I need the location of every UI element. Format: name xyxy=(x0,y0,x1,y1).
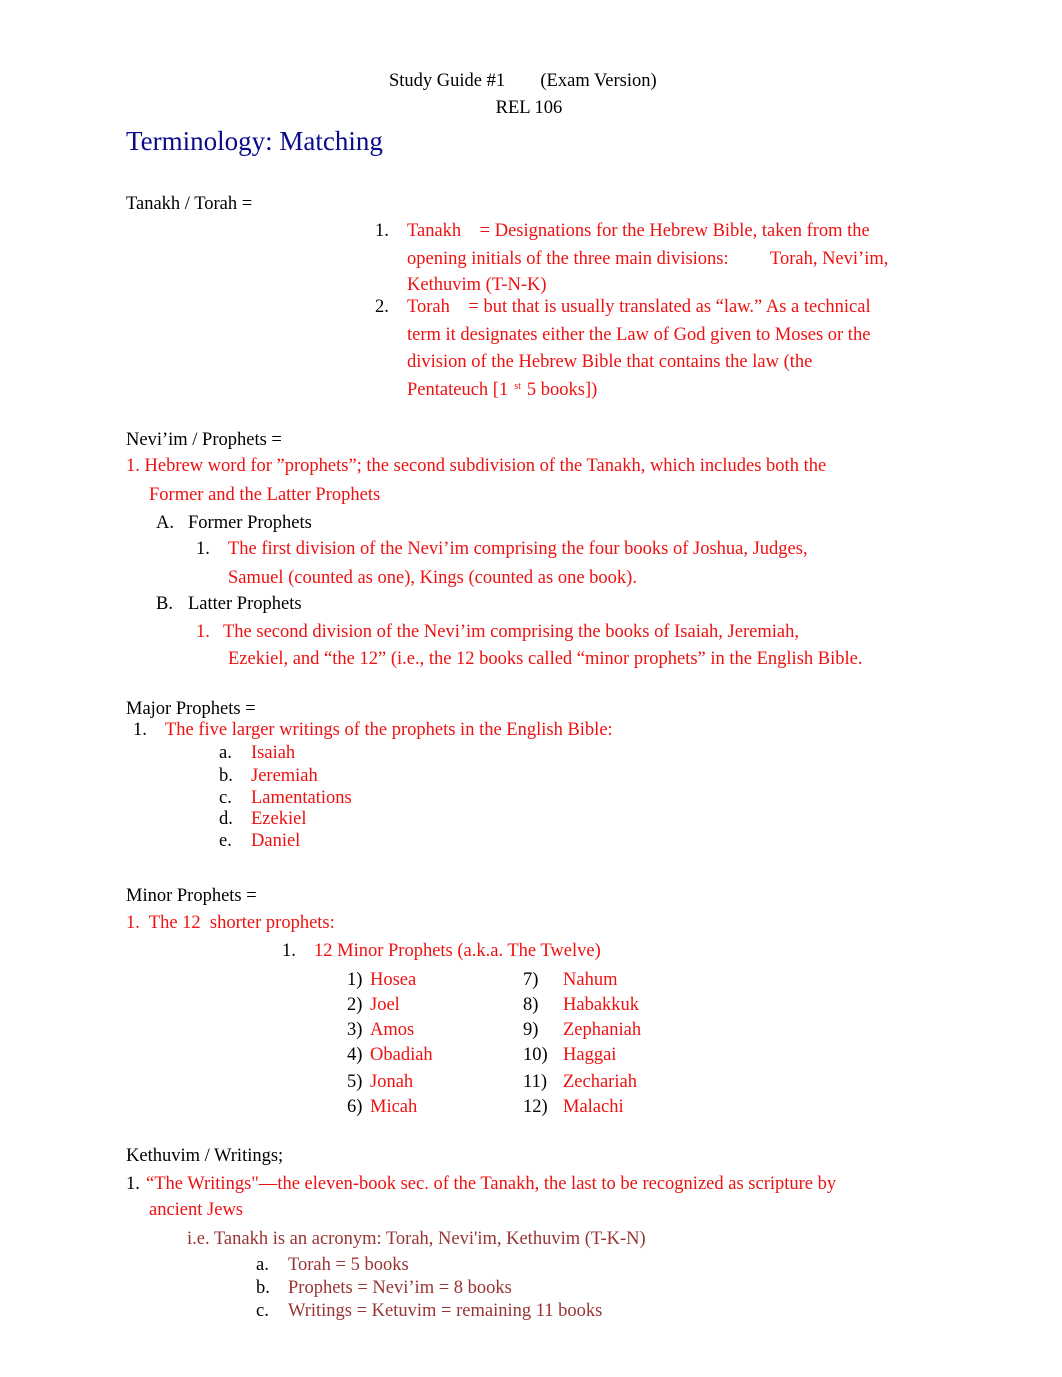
book-name: Ezekiel xyxy=(251,809,307,829)
section-title: Terminology: Matching xyxy=(126,126,383,156)
list-letter: e. xyxy=(219,831,232,851)
term-tanakh-torah: Tanakh / Torah = xyxy=(126,194,253,214)
term-kethuvim: Kethuvim / Writings; xyxy=(126,1146,284,1166)
book-name: Lamentations xyxy=(251,788,352,808)
pentateuch-text: Pentateuch [1 xyxy=(407,380,509,400)
former-prophets-definition: Samuel (counted as one), Kings (counted … xyxy=(228,568,637,588)
tanakh-definition-line: Kethuvim (T-N-K) xyxy=(407,275,547,295)
list-letter: A. xyxy=(156,513,174,533)
list-number: 4) xyxy=(347,1045,363,1065)
term-neviim: Nevi’im / Prophets = xyxy=(126,430,282,450)
latter-prophets-definition: The second division of the Nevi’im compr… xyxy=(223,622,799,642)
torah-definition-line: Pentateuch [1 st 5 books]) xyxy=(407,381,597,400)
book-name: Micah xyxy=(370,1097,418,1117)
latter-prophets-label: Latter Prophets xyxy=(188,594,302,614)
book-name: Jeremiah xyxy=(251,766,318,786)
major-prophets-definition: The five larger writings of the prophets… xyxy=(165,720,613,740)
list-letter: b. xyxy=(219,766,233,786)
neviim-definition-line: Former and the Latter Prophets xyxy=(149,485,381,505)
book-name: Hosea xyxy=(370,970,417,990)
pentateuch-text-end: 5 books]) xyxy=(526,380,598,400)
list-number: 7) xyxy=(523,970,539,990)
book-name: Amos xyxy=(370,1020,415,1040)
book-count-item: Writings = Ketuvim = remaining 11 books xyxy=(288,1301,603,1321)
list-letter: a. xyxy=(256,1255,269,1275)
torah-definition-line: Torah = but that is usually translated a… xyxy=(407,297,871,317)
list-number: 8) xyxy=(523,995,539,1015)
list-number: 6) xyxy=(347,1097,363,1117)
book-count-item: Torah = 5 books xyxy=(288,1255,409,1275)
book-name: Zechariah xyxy=(563,1072,637,1092)
book-name: Malachi xyxy=(563,1097,624,1117)
book-name: Habakkuk xyxy=(563,995,640,1015)
list-letter: b. xyxy=(256,1278,270,1298)
book-name: Haggai xyxy=(563,1045,617,1065)
kethuvim-definition-line: ancient Jews xyxy=(149,1200,244,1220)
torah-definition-line: division of the Hebrew Bible that contai… xyxy=(407,352,813,372)
twelve-minor-prophets-label: 12 Minor Prophets (a.k.a. The Twelve) xyxy=(314,941,601,961)
tanakh-definition-line: opening initials of the three main divis… xyxy=(407,249,889,269)
list-number: 1. xyxy=(196,622,210,642)
latter-prophets-definition: Ezekiel, and “the 12” (i.e., the 12 book… xyxy=(228,649,863,669)
doc-header-title: Study Guide #1 (Exam Version) xyxy=(389,72,657,91)
list-letter: B. xyxy=(156,594,173,614)
list-number: 1. xyxy=(375,221,389,241)
book-name: Nahum xyxy=(563,970,618,990)
list-number: 1. xyxy=(282,941,296,961)
book-name: Daniel xyxy=(251,831,301,851)
minor-prophets-definition: 1. The 12 shorter prophets: xyxy=(126,913,335,933)
list-number: 5) xyxy=(347,1072,363,1092)
ordinal-suffix: st xyxy=(514,381,521,392)
kethuvim-definition-line: “The Writings"—the eleven-book sec. of t… xyxy=(146,1174,837,1194)
term-minor-prophets: Minor Prophets = xyxy=(126,886,257,906)
course-code: REL 106 xyxy=(495,98,563,118)
acronym-note: i.e. Tanakh is an acronym: Torah, Nevi'i… xyxy=(187,1229,646,1249)
tanakh-definition-line: Tanakh = Designations for the Hebrew Bib… xyxy=(407,221,870,241)
list-number: 11) xyxy=(523,1072,547,1092)
former-prophets-definition: The first division of the Nevi’im compri… xyxy=(228,539,808,559)
exam-version-label: (Exam Version) xyxy=(540,71,657,91)
book-name: Isaiah xyxy=(251,743,296,763)
former-prophets-label: Former Prophets xyxy=(188,513,312,533)
list-number: 12) xyxy=(523,1097,548,1117)
book-name: Zephaniah xyxy=(563,1020,642,1040)
list-number: 1) xyxy=(347,970,363,990)
list-number: 10) xyxy=(523,1045,548,1065)
book-name: Obadiah xyxy=(370,1045,433,1065)
list-letter: c. xyxy=(219,788,232,808)
study-guide-label: Study Guide #1 xyxy=(389,71,506,91)
list-number: 1. xyxy=(196,539,210,559)
list-number: 1. xyxy=(126,1174,140,1194)
list-letter: d. xyxy=(219,809,233,829)
list-number: 9) xyxy=(523,1020,539,1040)
list-number: 3) xyxy=(347,1020,363,1040)
book-name: Jonah xyxy=(370,1072,414,1092)
torah-definition-line: term it designates either the Law of God… xyxy=(407,325,871,345)
list-number: 2. xyxy=(375,297,389,317)
neviim-definition-line: 1. Hebrew word for ”prophets”; the secon… xyxy=(126,456,827,476)
list-number: 2) xyxy=(347,995,363,1015)
list-letter: c. xyxy=(256,1301,269,1321)
list-number: 1. xyxy=(133,720,147,740)
book-count-item: Prophets = Nevi’im = 8 books xyxy=(288,1278,512,1298)
list-letter: a. xyxy=(219,743,232,763)
term-major-prophets: Major Prophets = xyxy=(126,699,256,719)
book-name: Joel xyxy=(370,995,400,1015)
